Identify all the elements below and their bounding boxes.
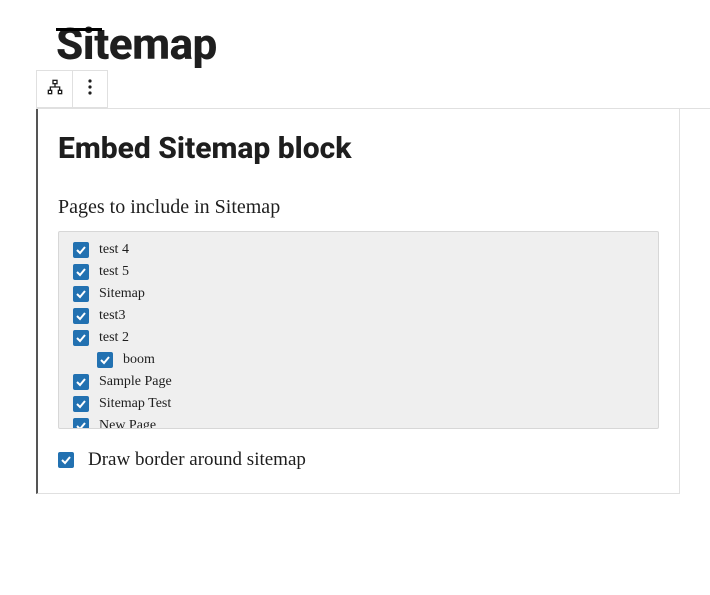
list-item: Sitemap Test (73, 396, 644, 412)
list-item: test 2 (73, 330, 644, 346)
page-label: New Page (99, 418, 156, 429)
top-divider (56, 28, 102, 31)
list-item: test 4 (73, 242, 644, 258)
page-label: test 2 (99, 330, 129, 346)
page-label: Sample Page (99, 374, 172, 390)
list-item: test 5 (73, 264, 644, 280)
block-title: Embed Sitemap block (58, 131, 659, 166)
page-label: test 5 (99, 264, 129, 280)
block-toolbar (36, 70, 710, 109)
page-checkbox[interactable] (73, 396, 89, 412)
block-type-button[interactable] (36, 70, 72, 108)
border-option-checkbox[interactable] (58, 452, 74, 468)
page-checkbox[interactable] (73, 374, 89, 390)
page-checkbox[interactable] (73, 308, 89, 324)
page-checkbox[interactable] (73, 330, 89, 346)
list-item: Sample Page (73, 374, 644, 390)
page-checkbox[interactable] (73, 242, 89, 258)
pages-list: test 4 test 5 Sitemap test3 test 2 boom Sample… (58, 231, 659, 429)
page-label: boom (123, 352, 155, 368)
page-checkbox[interactable] (73, 418, 89, 429)
page-title: Sitemap (56, 18, 710, 70)
pages-section-label: Pages to include in Sitemap (58, 196, 659, 219)
border-option-row: Draw border around sitemap (58, 449, 659, 471)
list-item: New Page (73, 418, 644, 429)
list-item: boom (73, 352, 644, 368)
list-item: Sitemap (73, 286, 644, 302)
page-label: Sitemap (99, 286, 145, 302)
border-option-label: Draw border around sitemap (88, 449, 306, 471)
page-label: Sitemap Test (99, 396, 171, 412)
more-vertical-icon (88, 79, 92, 99)
block-panel: Embed Sitemap block Pages to include in … (36, 108, 680, 494)
page-checkbox[interactable] (73, 286, 89, 302)
page-checkbox[interactable] (73, 264, 89, 280)
list-item: test3 (73, 308, 644, 324)
block-more-button[interactable] (72, 70, 108, 108)
sitemap-icon (47, 79, 63, 99)
page-label: test 4 (99, 242, 129, 258)
page-checkbox[interactable] (97, 352, 113, 368)
page-label: test3 (99, 308, 125, 324)
